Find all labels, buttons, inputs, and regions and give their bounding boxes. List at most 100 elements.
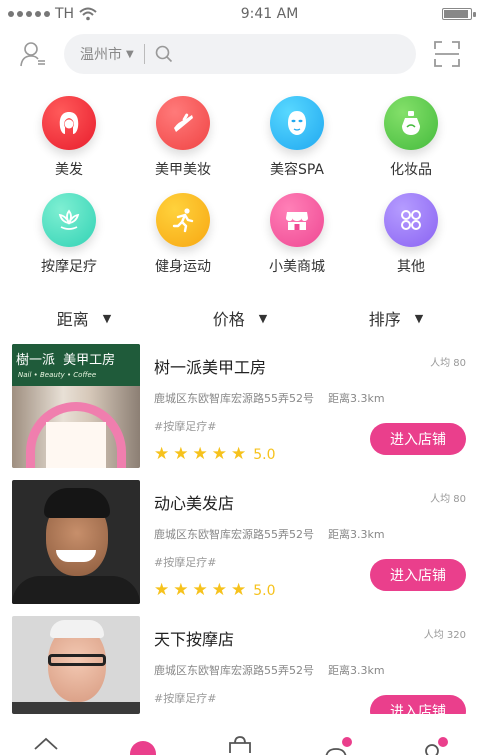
discover-icon[interactable] — [130, 741, 156, 755]
triangle-down-icon: ▼ — [102, 311, 112, 325]
store-name[interactable]: 树一派美甲工房 — [154, 354, 468, 378]
profile-icon[interactable] — [420, 737, 448, 755]
store-average-price: 人均 80 — [430, 494, 466, 505]
category-cosmetics[interactable]: 化妆品 — [354, 96, 468, 179]
store-photo — [12, 480, 140, 604]
store-list: 樹一派 美甲工房 Nail • Beauty • Coffee 树一派美甲工房 … — [0, 344, 480, 714]
home-icon[interactable] — [32, 735, 60, 755]
sign-chinese-text: 樹一派 — [16, 353, 56, 368]
category-other[interactable]: 其他 — [354, 193, 468, 276]
search-icon — [155, 45, 172, 63]
star-icon: ★ — [211, 580, 227, 600]
message-icon[interactable] — [322, 737, 352, 755]
status-bar: TH 9:41 AM — [0, 0, 480, 28]
running-icon — [156, 193, 210, 247]
store-card[interactable]: 动心美发店 人均 80 鹿城区东欧智库宏源路55弄52号 距离3.3km #按摩… — [12, 480, 468, 604]
star-icon: ★ — [231, 444, 247, 464]
battery-icon — [441, 8, 476, 20]
filter-distance[interactable]: 距离 ▼ — [57, 306, 111, 330]
shop-icon[interactable] — [226, 735, 254, 755]
filter-label: 价格 — [212, 310, 245, 329]
enter-store-button[interactable]: 进入店铺 — [370, 695, 466, 714]
star-icon: ★ — [154, 580, 170, 600]
store-average-price: 人均 320 — [423, 630, 466, 641]
filter-sort[interactable]: 排序 ▼ — [369, 306, 423, 330]
top-bar: 温州市 ▼ — [0, 28, 480, 80]
notification-badge — [342, 737, 352, 747]
enter-store-button[interactable]: 进入店铺 — [370, 423, 466, 455]
category-fitness[interactable]: 健身运动 — [126, 193, 240, 276]
star-icon: ★ — [173, 444, 189, 464]
store-info: 动心美发店 人均 80 鹿城区东欧智库宏源路55弄52号 距离3.3km #按摩… — [154, 480, 468, 604]
search-divider — [143, 44, 145, 64]
nail-icon — [156, 96, 210, 150]
cosmetics-icon — [384, 96, 438, 150]
store-distance: 距离3.3km — [328, 664, 385, 677]
filter-price[interactable]: 价格 ▼ — [213, 306, 267, 330]
category-massage[interactable]: 按摩足疗 — [12, 193, 126, 276]
hair-icon — [42, 96, 96, 150]
star-icon: ★ — [231, 580, 247, 600]
star-icon: ★ — [173, 580, 189, 600]
scan-button[interactable] — [430, 37, 464, 71]
search-bar[interactable]: 温州市 ▼ — [64, 34, 416, 74]
notification-badge — [438, 737, 448, 747]
store-address-row: 鹿城区东欧智库宏源路55弄52号 距离3.3km — [154, 526, 468, 542]
city-selector[interactable]: 温州市 ▼ — [80, 44, 134, 64]
more-icon — [384, 193, 438, 247]
store-address-row: 鹿城区东欧智库宏源路55弄52号 距离3.3km — [154, 662, 468, 678]
signal-dots-icon — [8, 11, 50, 17]
store-name[interactable]: 动心美发店 — [154, 490, 468, 514]
filter-label: 排序 — [368, 310, 401, 329]
store-card[interactable]: 樹一派 美甲工房 Nail • Beauty • Coffee 树一派美甲工房 … — [12, 344, 468, 468]
category-label: 小美商城 — [269, 259, 325, 275]
enter-store-button[interactable]: 进入店铺 — [370, 559, 466, 591]
category-label: 美甲美妆 — [155, 162, 211, 178]
store-card[interactable]: 天下按摩店 人均 320 鹿城区东欧智库宏源路55弄52号 距离3.3km #按… — [12, 616, 468, 714]
store-icon — [270, 193, 324, 247]
star-icon: ★ — [192, 580, 208, 600]
rating-score: 5.0 — [253, 582, 276, 599]
category-label: 化妆品 — [390, 162, 432, 178]
face-mask-icon — [270, 96, 324, 150]
category-label: 美发 — [55, 162, 83, 178]
store-average-price: 人均 80 — [430, 358, 466, 369]
wifi-icon — [79, 7, 97, 21]
store-name[interactable]: 天下按摩店 — [154, 626, 468, 650]
sign-english-text: Nail • Beauty • Coffee — [18, 371, 97, 379]
scan-icon — [434, 41, 460, 67]
user-icon — [20, 42, 45, 67]
category-label: 其他 — [397, 259, 425, 275]
rating-score: 5.0 — [253, 446, 276, 463]
store-photo — [12, 616, 140, 714]
store-distance: 距离3.3km — [328, 392, 385, 405]
category-mall[interactable]: 小美商城 — [240, 193, 354, 276]
store-distance: 距离3.3km — [328, 528, 385, 541]
filter-bar: 距离 ▼ 价格 ▼ 排序 ▼ — [0, 302, 480, 334]
user-profile-button[interactable] — [16, 37, 50, 71]
signal-group: TH — [8, 6, 97, 22]
category-grid: 美发 美甲美妆 美容SPA 化妆品 按摩足疗 健身运动 小美商城 其他 — [0, 80, 480, 276]
chevron-down-icon: ▼ — [126, 48, 134, 60]
category-spa[interactable]: 美容SPA — [240, 96, 354, 179]
store-photo: 樹一派 美甲工房 Nail • Beauty • Coffee — [12, 344, 140, 468]
filter-label: 距离 — [56, 310, 89, 329]
star-icon: ★ — [211, 444, 227, 464]
category-hair[interactable]: 美发 — [12, 96, 126, 179]
city-label: 温州市 — [80, 47, 122, 63]
bottom-tab-bar — [0, 735, 480, 755]
store-info: 树一派美甲工房 人均 80 鹿城区东欧智库宏源路55弄52号 距离3.3km #… — [154, 344, 468, 468]
category-label: 健身运动 — [155, 259, 211, 275]
category-nail-makeup[interactable]: 美甲美妆 — [126, 96, 240, 179]
lotus-icon — [42, 193, 96, 247]
star-icon: ★ — [192, 444, 208, 464]
store-address-row: 鹿城区东欧智库宏源路55弄52号 距离3.3km — [154, 390, 468, 406]
triangle-down-icon: ▼ — [414, 311, 424, 325]
star-icon: ★ — [154, 444, 170, 464]
store-address: 鹿城区东欧智库宏源路55弄52号 — [154, 392, 314, 405]
store-address: 鹿城区东欧智库宏源路55弄52号 — [154, 528, 314, 541]
category-label: 按摩足疗 — [41, 259, 97, 275]
category-label: 美容SPA — [269, 162, 324, 178]
carrier-label: TH — [55, 6, 75, 22]
sign-chinese-subtext: 美甲工房 — [63, 353, 116, 368]
